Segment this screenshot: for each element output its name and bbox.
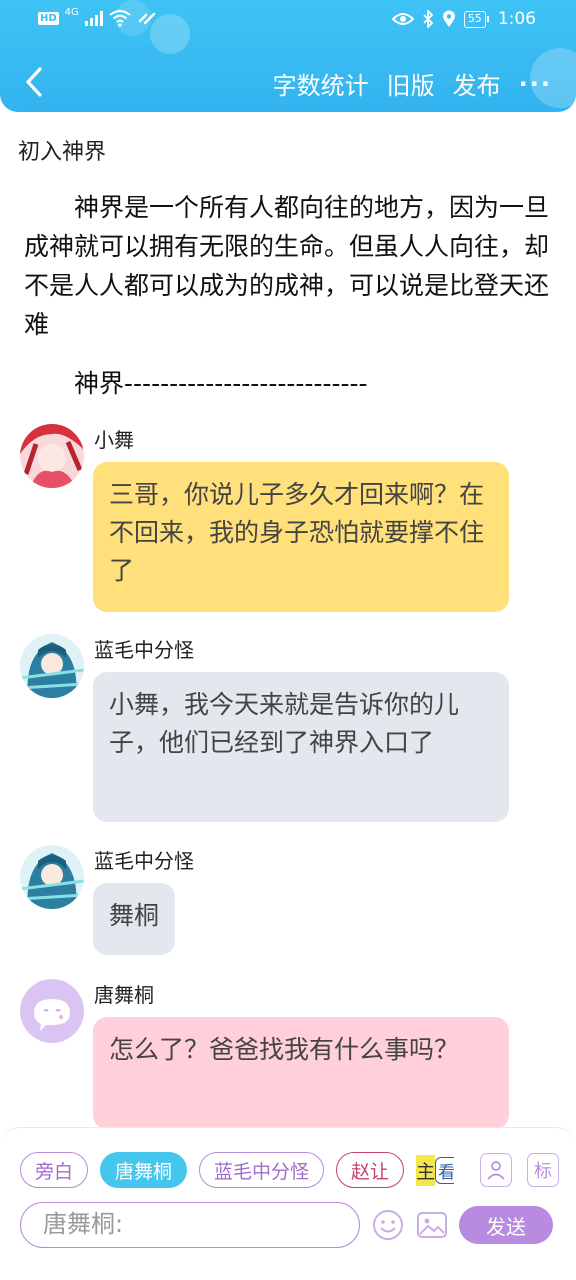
chat-message[interactable]: 小舞 三哥，你说儿子多久才回来啊？在不回来，我的身子恐怕就要撑不住了	[20, 424, 560, 614]
bluetooth-icon	[423, 10, 434, 28]
scene-divider: 神界---------------------------	[74, 369, 368, 398]
person-card-icon	[487, 1161, 505, 1180]
status-bar: HD 4G 55 1:06	[0, 0, 576, 40]
sender-name: 蓝毛中分怪	[94, 849, 194, 873]
word-count-button[interactable]: 字数统计	[273, 66, 369, 101]
message-bubble: 小舞，我今天来就是告诉你的儿子，他们已经到了神界入口了	[93, 672, 509, 822]
message-bubble: 三哥，你说儿子多久才回来啊？在不回来，我的身子恐怕就要撑不住了	[93, 462, 509, 612]
smiley-icon	[373, 1210, 403, 1240]
role-chip-narration[interactable]: 旁白	[20, 1152, 89, 1188]
story-intro: 神界是一个所有人都向往的地方，因为一旦成神就可以拥有无限的生命。但虽人人向往，却…	[24, 193, 550, 339]
hd-badge: HD	[38, 11, 59, 25]
role-chip[interactable]: 赵让	[336, 1152, 405, 1188]
role-chip[interactable]: 蓝毛中分怪	[199, 1152, 325, 1188]
battery-icon: 55	[463, 10, 489, 28]
eye-icon	[391, 13, 414, 25]
emoji-button[interactable]	[371, 1208, 405, 1242]
image-button[interactable]	[415, 1208, 449, 1242]
role-manager-button[interactable]	[480, 1153, 512, 1187]
publish-button[interactable]: 发布	[453, 66, 501, 101]
image-icon	[417, 1212, 447, 1238]
extra-chip-label: 主	[416, 1154, 436, 1186]
chat-message[interactable]: 蓝毛中分怪 舞桐	[20, 845, 560, 957]
message-bubble: 舞桐	[93, 883, 176, 955]
old-version-button[interactable]: 旧版	[387, 66, 435, 101]
tag-button[interactable]: 标	[527, 1153, 559, 1187]
more-button[interactable]: ···	[519, 70, 552, 98]
chapter-title: 初入神界	[18, 140, 107, 165]
link-icon	[138, 12, 156, 25]
app-header: HD 4G 55 1:06 字数统计 旧版 发布 ···	[0, 0, 576, 112]
avatar	[20, 424, 84, 488]
extra-chip-label: 看	[435, 1156, 455, 1184]
composer-panel: 旁白 唐舞桐 蓝毛中分怪 赵让 主 看 标 唐舞桐: 发送	[0, 1127, 576, 1280]
message-bubble: 怎么了？爸爸找我有什么事吗？	[93, 1017, 509, 1129]
network-type: 4G	[64, 6, 79, 18]
clock: 1:06	[497, 9, 536, 29]
sender-name: 蓝毛中分怪	[94, 638, 194, 662]
signal-icon	[84, 10, 103, 26]
chat-message[interactable]: 唐舞桐 怎么了？爸爸找我有什么事吗？	[20, 979, 560, 1129]
sender-name: 小舞	[94, 428, 134, 452]
wifi-icon	[109, 10, 131, 27]
message-input[interactable]: 唐舞桐:	[20, 1202, 360, 1248]
avatar	[20, 634, 84, 698]
avatar	[20, 979, 84, 1043]
location-icon	[442, 10, 455, 27]
send-button[interactable]: 发送	[459, 1206, 553, 1244]
sender-name: 唐舞桐	[94, 983, 154, 1007]
role-selector: 旁白 唐舞桐 蓝毛中分怪 赵让 主 看	[20, 1152, 455, 1188]
avatar	[20, 845, 84, 909]
nav-bar: 字数统计 旧版 发布 ···	[0, 56, 576, 112]
chat-message[interactable]: 蓝毛中分怪 小舞，我今天来就是告诉你的儿子，他们已经到了神界入口了	[20, 634, 560, 824]
chevron-left-icon	[26, 67, 42, 97]
role-chip-overflow[interactable]: 主 看	[416, 1152, 455, 1188]
role-chip-active[interactable]: 唐舞桐	[100, 1152, 188, 1188]
back-button[interactable]	[16, 64, 52, 100]
